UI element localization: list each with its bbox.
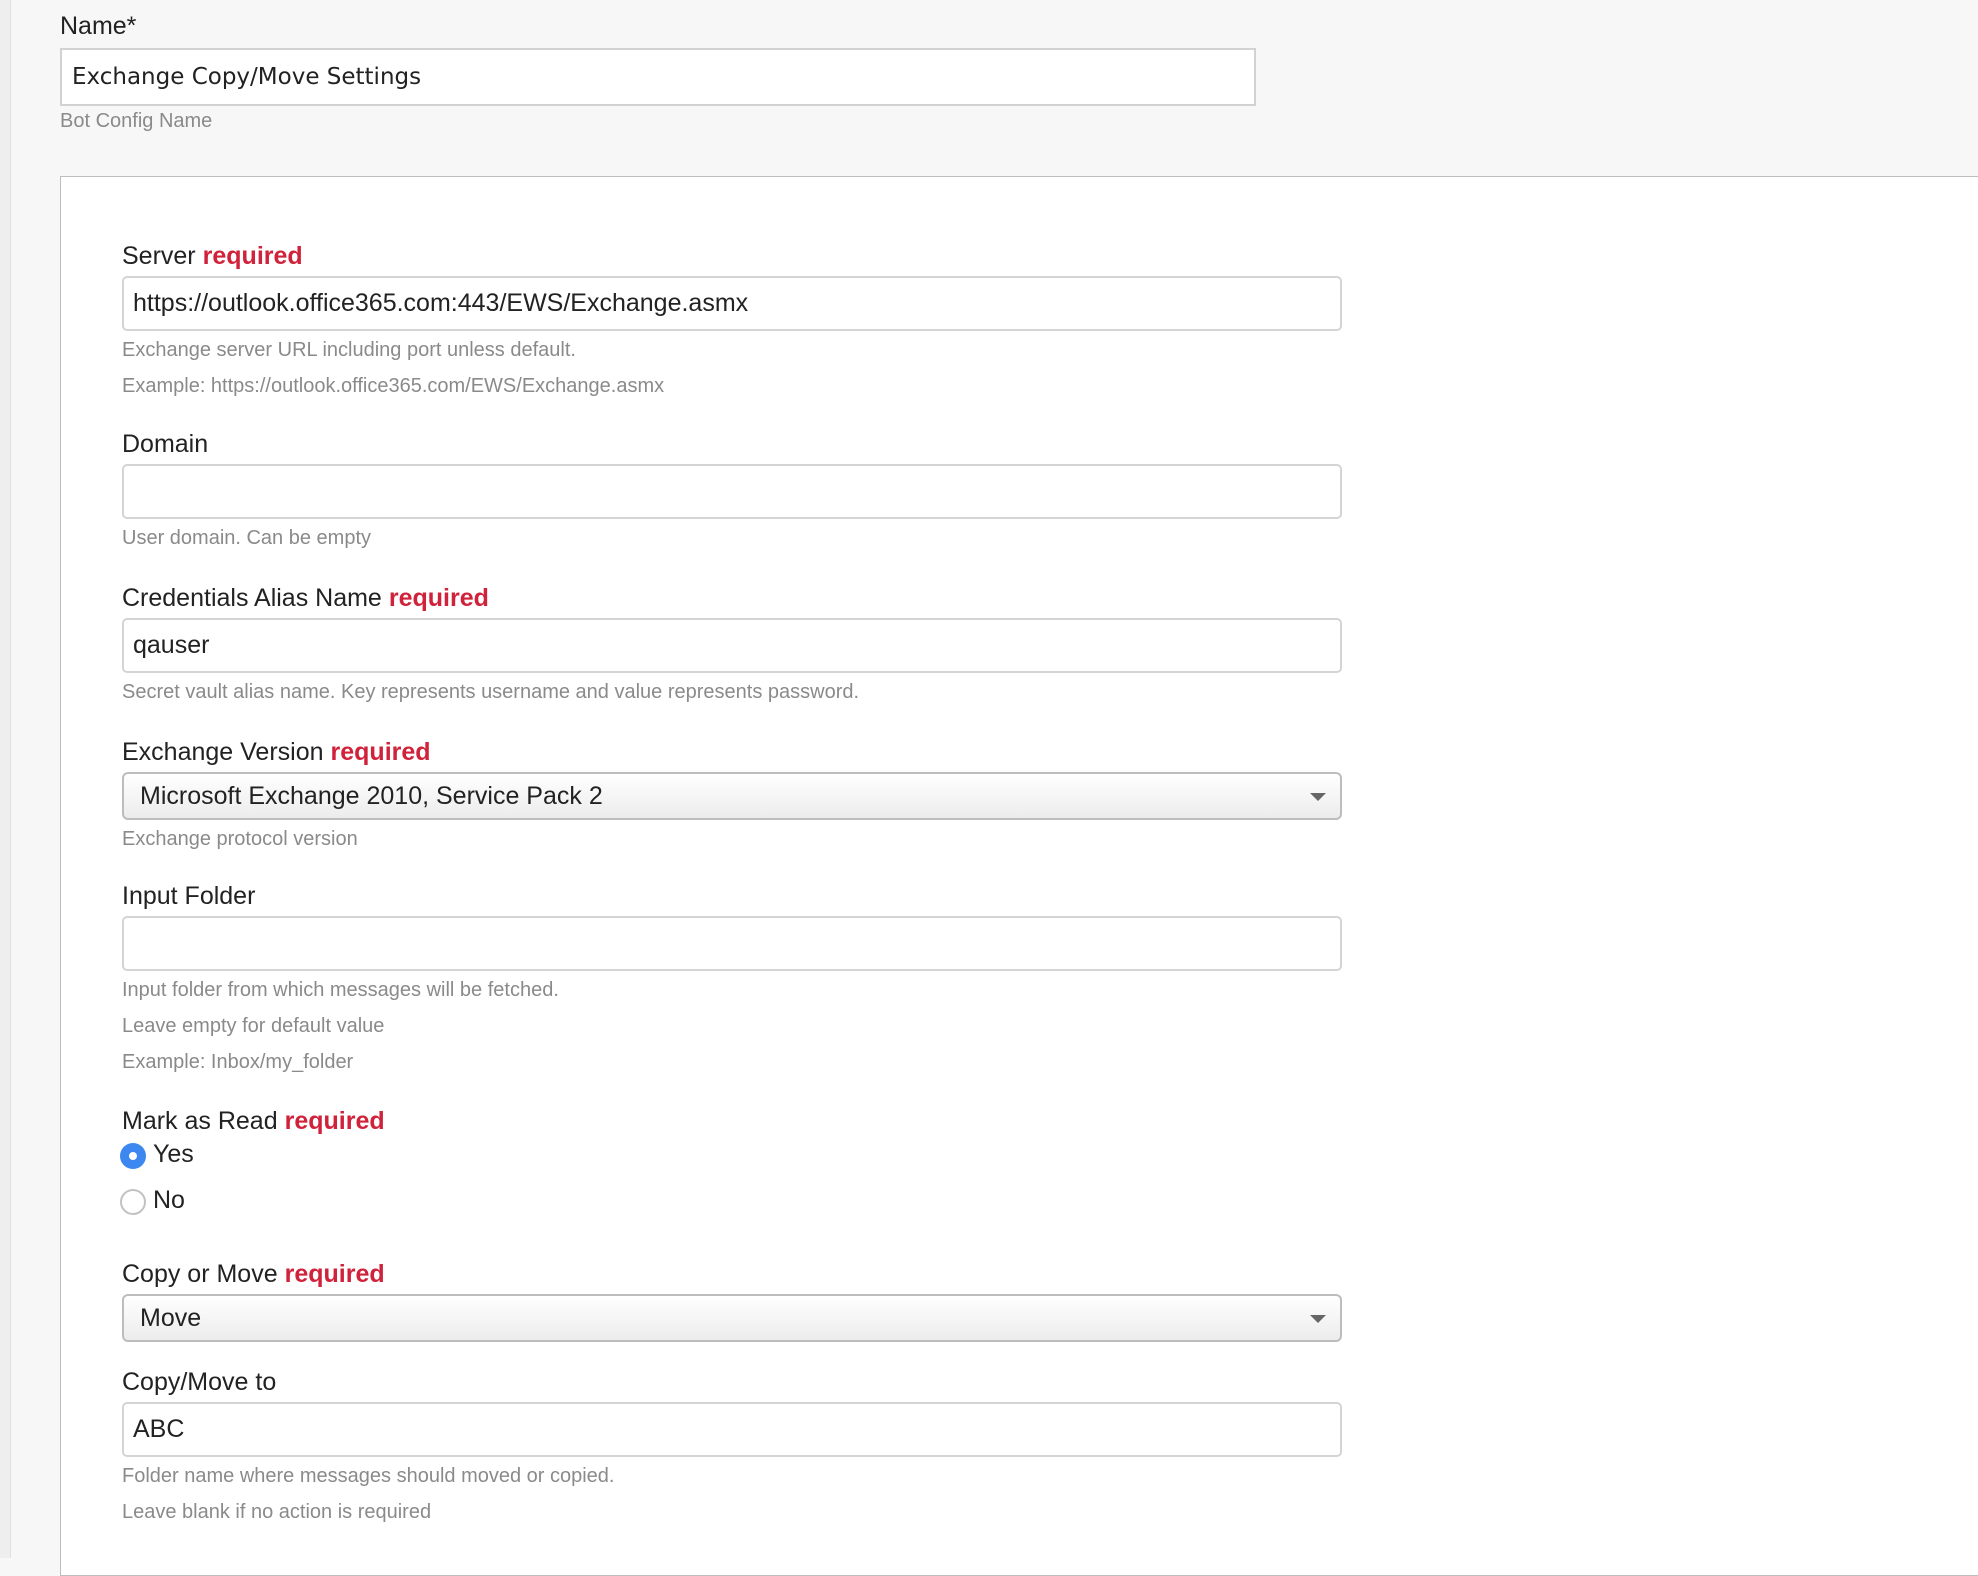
exchange-version-selected: Microsoft Exchange 2010, Service Pack 2 bbox=[140, 782, 603, 810]
input-folder-help-2: Leave empty for default value bbox=[122, 1015, 385, 1037]
server-input[interactable] bbox=[122, 276, 1342, 331]
radio-no[interactable] bbox=[120, 1189, 146, 1215]
required-marker: required bbox=[388, 584, 489, 612]
exchange-version-select[interactable]: Microsoft Exchange 2010, Service Pack 2 bbox=[122, 772, 1342, 820]
exchange-version-label: Exchange Version required bbox=[122, 738, 431, 766]
radio-option-no[interactable]: No bbox=[120, 1182, 1342, 1228]
radio-option-yes[interactable]: Yes bbox=[120, 1136, 1342, 1182]
radio-no-label: No bbox=[153, 1186, 185, 1214]
server-label: Server required bbox=[122, 242, 303, 270]
input-folder-field: Input Folder Input folder from which mes… bbox=[122, 881, 1342, 1080]
domain-label: Domain bbox=[122, 430, 209, 458]
mark-as-read-label: Mark as Read required bbox=[122, 1107, 385, 1135]
credentials-input[interactable] bbox=[122, 618, 1342, 673]
copy-move-to-field: Copy/Move to Folder name where messages … bbox=[122, 1367, 1342, 1530]
credentials-label: Credentials Alias Name required bbox=[122, 584, 489, 612]
name-help-text: Bot Config Name bbox=[60, 110, 213, 132]
copy-or-move-field: Copy or Move required Move bbox=[122, 1259, 1342, 1342]
input-folder-label: Input Folder bbox=[122, 882, 256, 910]
mark-as-read-field: Mark as Read required Yes No bbox=[120, 1106, 1342, 1228]
copy-move-to-help-1: Folder name where messages should moved … bbox=[122, 1465, 615, 1487]
required-marker: required bbox=[284, 1107, 385, 1135]
domain-field: Domain User domain. Can be empty bbox=[122, 429, 1342, 556]
required-marker: required bbox=[202, 242, 303, 270]
radio-yes-label: Yes bbox=[153, 1140, 194, 1168]
left-edge-strip bbox=[0, 0, 11, 1558]
server-field: Serverrequired Exchange server URL inclu… bbox=[122, 241, 1342, 404]
copy-or-move-selected: Move bbox=[140, 1304, 202, 1332]
chevron-down-icon bbox=[1310, 1315, 1326, 1323]
copy-move-to-help-2: Leave blank if no action is required bbox=[122, 1501, 432, 1523]
radio-yes[interactable] bbox=[120, 1143, 146, 1169]
copy-move-to-input[interactable] bbox=[122, 1402, 1342, 1457]
domain-input[interactable] bbox=[122, 464, 1342, 519]
copy-move-to-label: Copy/Move to bbox=[122, 1368, 277, 1396]
credentials-field: Credentials Alias Namerequired Secret va… bbox=[122, 583, 1342, 710]
required-marker: required bbox=[330, 738, 431, 766]
server-help-2: Example: https://outlook.office365.com/E… bbox=[122, 375, 665, 397]
copy-or-move-select[interactable]: Move bbox=[122, 1294, 1342, 1342]
exchange-version-field: Exchange Version required Microsoft Excha… bbox=[122, 737, 1342, 857]
domain-help: User domain. Can be empty bbox=[122, 527, 372, 549]
server-help-1: Exchange server URL including port unles… bbox=[122, 339, 576, 361]
credentials-help: Secret vault alias name. Key represents … bbox=[122, 681, 860, 703]
input-folder-input[interactable] bbox=[122, 916, 1342, 971]
chevron-down-icon bbox=[1310, 793, 1326, 801]
exchange-version-help: Exchange protocol version bbox=[122, 828, 358, 850]
name-input[interactable] bbox=[60, 48, 1256, 106]
settings-panel: Serverrequired Exchange server URL inclu… bbox=[60, 176, 1978, 1576]
name-label: Name* bbox=[60, 12, 137, 40]
input-folder-help-3: Example: Inbox/my_folder bbox=[122, 1051, 354, 1073]
copy-or-move-label: Copy or Move required bbox=[122, 1260, 385, 1288]
input-folder-help-1: Input folder from which messages will be… bbox=[122, 979, 559, 1001]
required-marker: required bbox=[284, 1260, 385, 1288]
